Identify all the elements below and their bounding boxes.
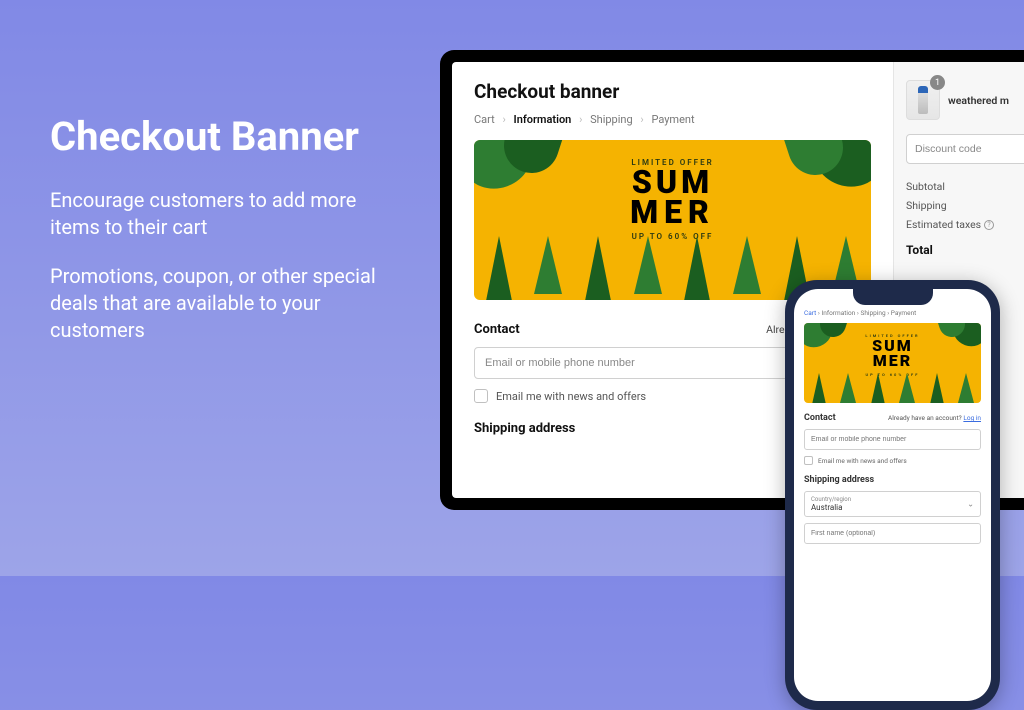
leaf-icon (683, 236, 711, 300)
checkbox-icon[interactable] (474, 389, 488, 403)
country-label: Country/region (811, 496, 974, 503)
taxes-row: Estimated taxes? (906, 218, 1024, 231)
leaf-icon (534, 236, 562, 294)
banner-headline-2: MER (865, 353, 919, 368)
subtotal-row: Subtotal (906, 180, 1024, 193)
contact-title: Contact (804, 413, 836, 423)
newsletter-label: Email me with news and offers (496, 390, 646, 403)
breadcrumb-information[interactable]: Information (821, 309, 855, 317)
cart-item-row: 1 weathered m (906, 80, 1024, 120)
breadcrumb-shipping[interactable]: Shipping (590, 113, 633, 126)
chevron-right-icon: › (579, 113, 582, 126)
leaf-icon (733, 236, 761, 294)
banner-text: LIMITED OFFER SUM MER UP TO 60% OFF (865, 333, 919, 377)
leaf-icon (634, 236, 662, 294)
phone-checkout-banner[interactable]: LIMITED OFFER SUM MER UP TO 60% OFF (804, 323, 981, 403)
first-name-input[interactable] (804, 523, 981, 544)
marketing-para-2: Promotions, coupon, or other special dea… (50, 263, 410, 344)
taxes-label: Estimated taxes? (906, 218, 994, 231)
checkbox-icon[interactable] (804, 456, 813, 465)
breadcrumb: Cart › Information › Shipping › Payment (474, 113, 871, 126)
leaf-icon (870, 373, 886, 403)
phone-newsletter-opt-in[interactable]: Email me with news and offers (804, 456, 981, 465)
breadcrumb-cart[interactable]: Cart (474, 113, 495, 126)
breadcrumb-cart[interactable]: Cart (804, 309, 816, 317)
shipping-row: Shipping (906, 199, 1024, 212)
phone-notch (853, 289, 933, 305)
chevron-right-icon: › (640, 113, 643, 126)
banner-foliage (804, 373, 981, 403)
info-icon[interactable]: ? (984, 220, 994, 230)
leaf-icon (485, 236, 513, 300)
login-link[interactable]: Log in (963, 414, 981, 422)
marketing-para-1: Encourage customers to add more items to… (50, 187, 410, 241)
discount-code-input[interactable] (906, 134, 1024, 164)
contact-title: Contact (474, 322, 520, 337)
leaf-icon (958, 373, 974, 403)
shipping-label: Shipping (906, 199, 947, 212)
chevron-right-icon: › (502, 113, 505, 126)
phone-device-frame: Cart › Information › Shipping › Payment … (785, 280, 1000, 710)
breadcrumb-payment[interactable]: Payment (651, 113, 694, 126)
leaf-icon (584, 236, 612, 300)
marketing-title: Checkout Banner (50, 115, 410, 159)
already-have-account: Already have an account? Log in (888, 414, 981, 422)
marketing-copy: Checkout Banner Encourage customers to a… (50, 115, 410, 366)
breadcrumb-payment[interactable]: Payment (891, 309, 917, 317)
breadcrumb-shipping[interactable]: Shipping (860, 309, 885, 317)
chevron-down-icon: ⌄ (967, 500, 974, 509)
product-name: weathered m (948, 94, 1009, 107)
phone-screen: Cart › Information › Shipping › Payment … (794, 289, 991, 701)
checkout-banner[interactable]: LIMITED OFFER SUM MER UP TO 60% OFF (474, 140, 871, 300)
discount-row (906, 134, 1024, 164)
leaf-icon (929, 373, 945, 403)
quantity-badge: 1 (930, 75, 945, 90)
page-title: Checkout banner (474, 80, 871, 103)
phone-breadcrumb: Cart › Information › Shipping › Payment (804, 309, 981, 317)
newsletter-label: Email me with news and offers (818, 457, 907, 465)
bottle-icon (918, 86, 928, 114)
breadcrumb-information[interactable]: Information (514, 113, 572, 126)
phone-contact-header: Contact Already have an account? Log in (804, 413, 981, 423)
banner-text: LIMITED OFFER SUM MER UP TO 60% OFF (630, 158, 715, 241)
subtotal-label: Subtotal (906, 180, 945, 193)
product-thumbnail: 1 (906, 80, 940, 120)
phone-shipping-title: Shipping address (804, 475, 981, 485)
country-value: Australia (811, 503, 974, 512)
leaf-icon (899, 373, 915, 403)
banner-headline-2: MER (630, 197, 715, 227)
total-row: Total (906, 237, 1024, 257)
leaf-icon (840, 373, 856, 403)
leaf-icon (811, 373, 827, 403)
phone-email-input[interactable] (804, 429, 981, 450)
total-label: Total (906, 243, 933, 257)
country-select[interactable]: Country/region Australia ⌄ (804, 491, 981, 517)
